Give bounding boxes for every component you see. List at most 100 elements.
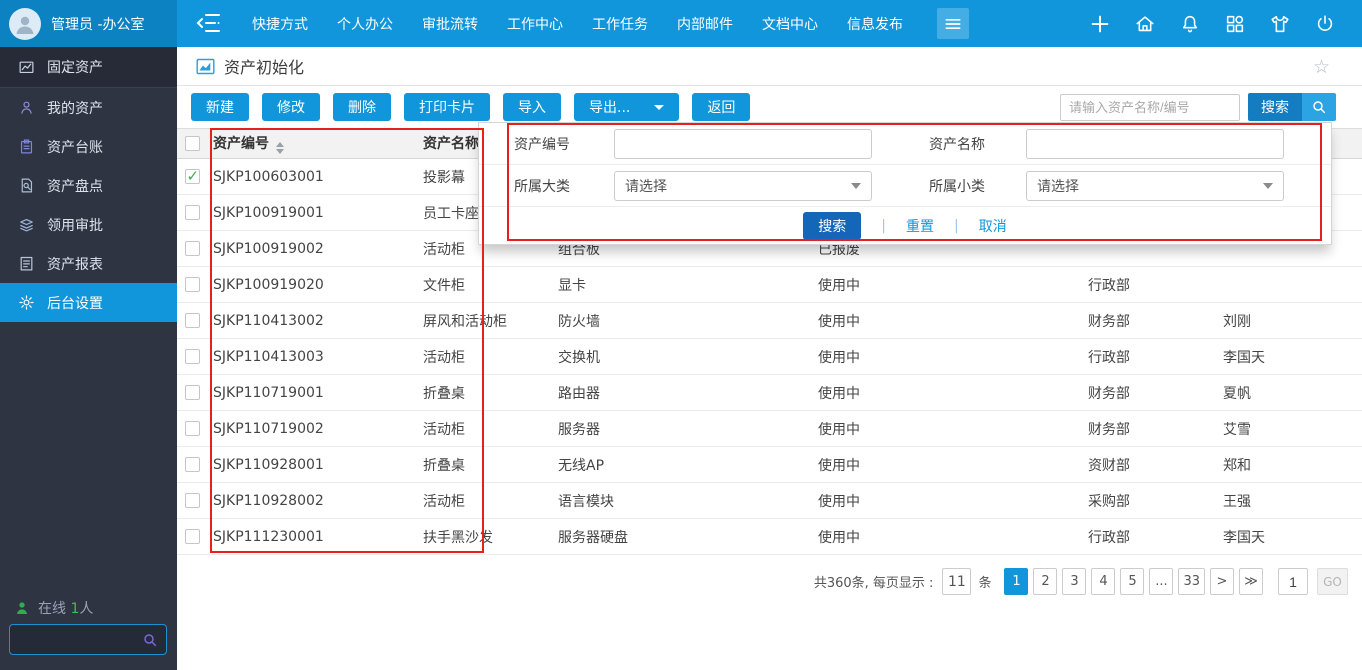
nav-item[interactable]: 内部邮件 xyxy=(677,14,733,34)
table-row[interactable]: SJKP110928002活动柜语言模块使用中采购部王强 xyxy=(177,483,1362,519)
row-checkbox[interactable] xyxy=(185,169,200,184)
page-button-...[interactable]: ... xyxy=(1149,568,1173,595)
table-row[interactable]: SJKP100919020文件柜显卡使用中行政部 xyxy=(177,267,1362,303)
asset-status: 使用中 xyxy=(812,303,1082,339)
report-icon xyxy=(18,255,35,272)
row-checkbox[interactable] xyxy=(185,241,200,256)
layers-icon xyxy=(18,216,35,233)
table-row[interactable]: SJKP110413002屏风和活动柜防火墙使用中财务部刘刚 xyxy=(177,303,1362,339)
asset-dept: 资财部 xyxy=(1082,447,1217,483)
asset-code-input[interactable] xyxy=(614,129,872,159)
row-checkbox[interactable] xyxy=(185,457,200,472)
table-row[interactable]: SJKP110413003活动柜交换机使用中行政部李国天 xyxy=(177,339,1362,375)
row-checkbox[interactable] xyxy=(185,277,200,292)
sidebar-item-固定资产[interactable]: 固定资产 xyxy=(0,47,177,88)
nav-item[interactable]: 审批流转 xyxy=(422,14,478,34)
advanced-search-panel: 资产编号 资产名称 所属大类 请选择 所属小类 请选择 搜索 | 重置 | 取消 xyxy=(478,122,1332,245)
sidebar-search-input[interactable] xyxy=(10,625,142,654)
toolbar-button-删除[interactable]: 删除 xyxy=(333,93,391,121)
page-size-box[interactable]: 11 xyxy=(942,568,971,595)
asset-name-input[interactable] xyxy=(1026,129,1284,159)
row-checkbox[interactable] xyxy=(185,205,200,220)
table-row[interactable]: SJKP110719001折叠桌路由器使用中财务部夏帆 xyxy=(177,375,1362,411)
asset-model: 语言模块 xyxy=(552,483,812,519)
minor-category-select[interactable]: 请选择 xyxy=(1026,171,1284,201)
asset-user xyxy=(1217,267,1362,303)
row-checkbox[interactable] xyxy=(185,349,200,364)
table-row[interactable]: SJKP110928001折叠桌无线AP使用中资财部郑和 xyxy=(177,447,1362,483)
toolbar-button-打印卡片[interactable]: 打印卡片 xyxy=(404,93,490,121)
page-button-33[interactable]: 33 xyxy=(1178,568,1205,595)
apps-icon[interactable] xyxy=(1224,13,1246,35)
toolbar-button-修改[interactable]: 修改 xyxy=(262,93,320,121)
toolbar-button-导入[interactable]: 导入 xyxy=(503,93,561,121)
pagination-summary: 共360条, 每页显示 : xyxy=(814,572,934,591)
nav-item[interactable]: 个人办公 xyxy=(337,14,393,34)
row-checkbox[interactable] xyxy=(185,529,200,544)
sort-icon[interactable] xyxy=(276,142,284,154)
nav-item[interactable]: 工作任务 xyxy=(592,14,648,34)
page-button-3[interactable]: 3 xyxy=(1062,568,1086,595)
page-button-5[interactable]: 5 xyxy=(1120,568,1144,595)
nav-item[interactable]: 信息发布 xyxy=(847,14,903,34)
gear-icon xyxy=(18,294,35,311)
asset-code: SJKP110413002 xyxy=(207,303,417,339)
row-checkbox[interactable] xyxy=(185,493,200,508)
sidebar-item-我的资产[interactable]: 我的资产 xyxy=(0,88,177,127)
asset-code: SJKP110928001 xyxy=(207,447,417,483)
panel-cancel-link[interactable]: 取消 xyxy=(979,216,1007,236)
sidebar-search-icon[interactable] xyxy=(142,632,158,648)
sidebar-item-label: 我的资产 xyxy=(47,98,103,118)
row-checkbox[interactable] xyxy=(185,313,200,328)
plus-icon[interactable] xyxy=(1089,13,1111,35)
major-category-select[interactable]: 请选择 xyxy=(614,171,872,201)
asset-code: SJKP110928002 xyxy=(207,483,417,519)
home-icon[interactable] xyxy=(1134,13,1156,35)
bell-icon[interactable] xyxy=(1179,13,1201,35)
row-checkbox[interactable] xyxy=(185,385,200,400)
user-info[interactable]: 管理员 -办公室 xyxy=(0,0,177,47)
menu-collapse-icon[interactable] xyxy=(196,12,222,35)
nav-more-button[interactable] xyxy=(937,8,969,39)
power-icon[interactable] xyxy=(1314,13,1336,35)
sidebar-item-资产盘点[interactable]: 资产盘点 xyxy=(0,166,177,205)
major-category-label: 所属大类 xyxy=(514,176,614,196)
search-button[interactable]: 搜索 xyxy=(1248,93,1336,121)
sidebar-item-资产台账[interactable]: 资产台账 xyxy=(0,127,177,166)
toolbar-button-返回[interactable]: 返回 xyxy=(692,93,750,121)
asset-user: 艾雪 xyxy=(1217,411,1362,447)
table-row[interactable]: SJKP111230001扶手黑沙发服务器硬盘使用中行政部李国天 xyxy=(177,519,1362,555)
nav-item[interactable]: 工作中心 xyxy=(507,14,563,34)
tshirt-icon[interactable] xyxy=(1269,13,1291,35)
page-button->[interactable]: > xyxy=(1210,568,1234,595)
asset-status: 使用中 xyxy=(812,375,1082,411)
clipboard-icon xyxy=(18,138,35,155)
asset-model: 防火墙 xyxy=(552,303,812,339)
page-button-≫[interactable]: ≫ xyxy=(1239,568,1263,595)
sidebar-item-后台设置[interactable]: 后台设置 xyxy=(0,283,177,322)
go-button[interactable]: GO xyxy=(1317,568,1348,595)
asset-dept: 财务部 xyxy=(1082,303,1217,339)
panel-search-button[interactable]: 搜索 xyxy=(803,212,861,240)
favorite-star-icon[interactable]: ☆ xyxy=(1313,56,1330,78)
nav-item[interactable]: 快捷方式 xyxy=(252,14,308,34)
panel-reset-link[interactable]: 重置 xyxy=(906,216,934,236)
chart-icon xyxy=(18,59,35,76)
column-header-asset-code[interactable]: 资产编号 xyxy=(207,129,417,159)
sidebar-item-label: 后台设置 xyxy=(47,293,103,313)
toolbar-button-导出...[interactable]: 导出... xyxy=(574,93,679,121)
page-button-1[interactable]: 1 xyxy=(1004,568,1028,595)
asset-code: SJKP110413003 xyxy=(207,339,417,375)
nav-item[interactable]: 文档中心 xyxy=(762,14,818,34)
table-row[interactable]: SJKP110719002活动柜服务器使用中财务部艾雪 xyxy=(177,411,1362,447)
sidebar-item-资产报表[interactable]: 资产报表 xyxy=(0,244,177,283)
row-checkbox[interactable] xyxy=(185,421,200,436)
sidebar-item-领用审批[interactable]: 领用审批 xyxy=(0,205,177,244)
goto-page-input[interactable] xyxy=(1278,568,1308,595)
select-all-checkbox[interactable] xyxy=(185,136,200,151)
page-button-2[interactable]: 2 xyxy=(1033,568,1057,595)
toolbar-button-新建[interactable]: 新建 xyxy=(191,93,249,121)
asset-quick-search-input[interactable] xyxy=(1060,94,1240,121)
page-button-4[interactable]: 4 xyxy=(1091,568,1115,595)
asset-code: SJKP110719002 xyxy=(207,411,417,447)
